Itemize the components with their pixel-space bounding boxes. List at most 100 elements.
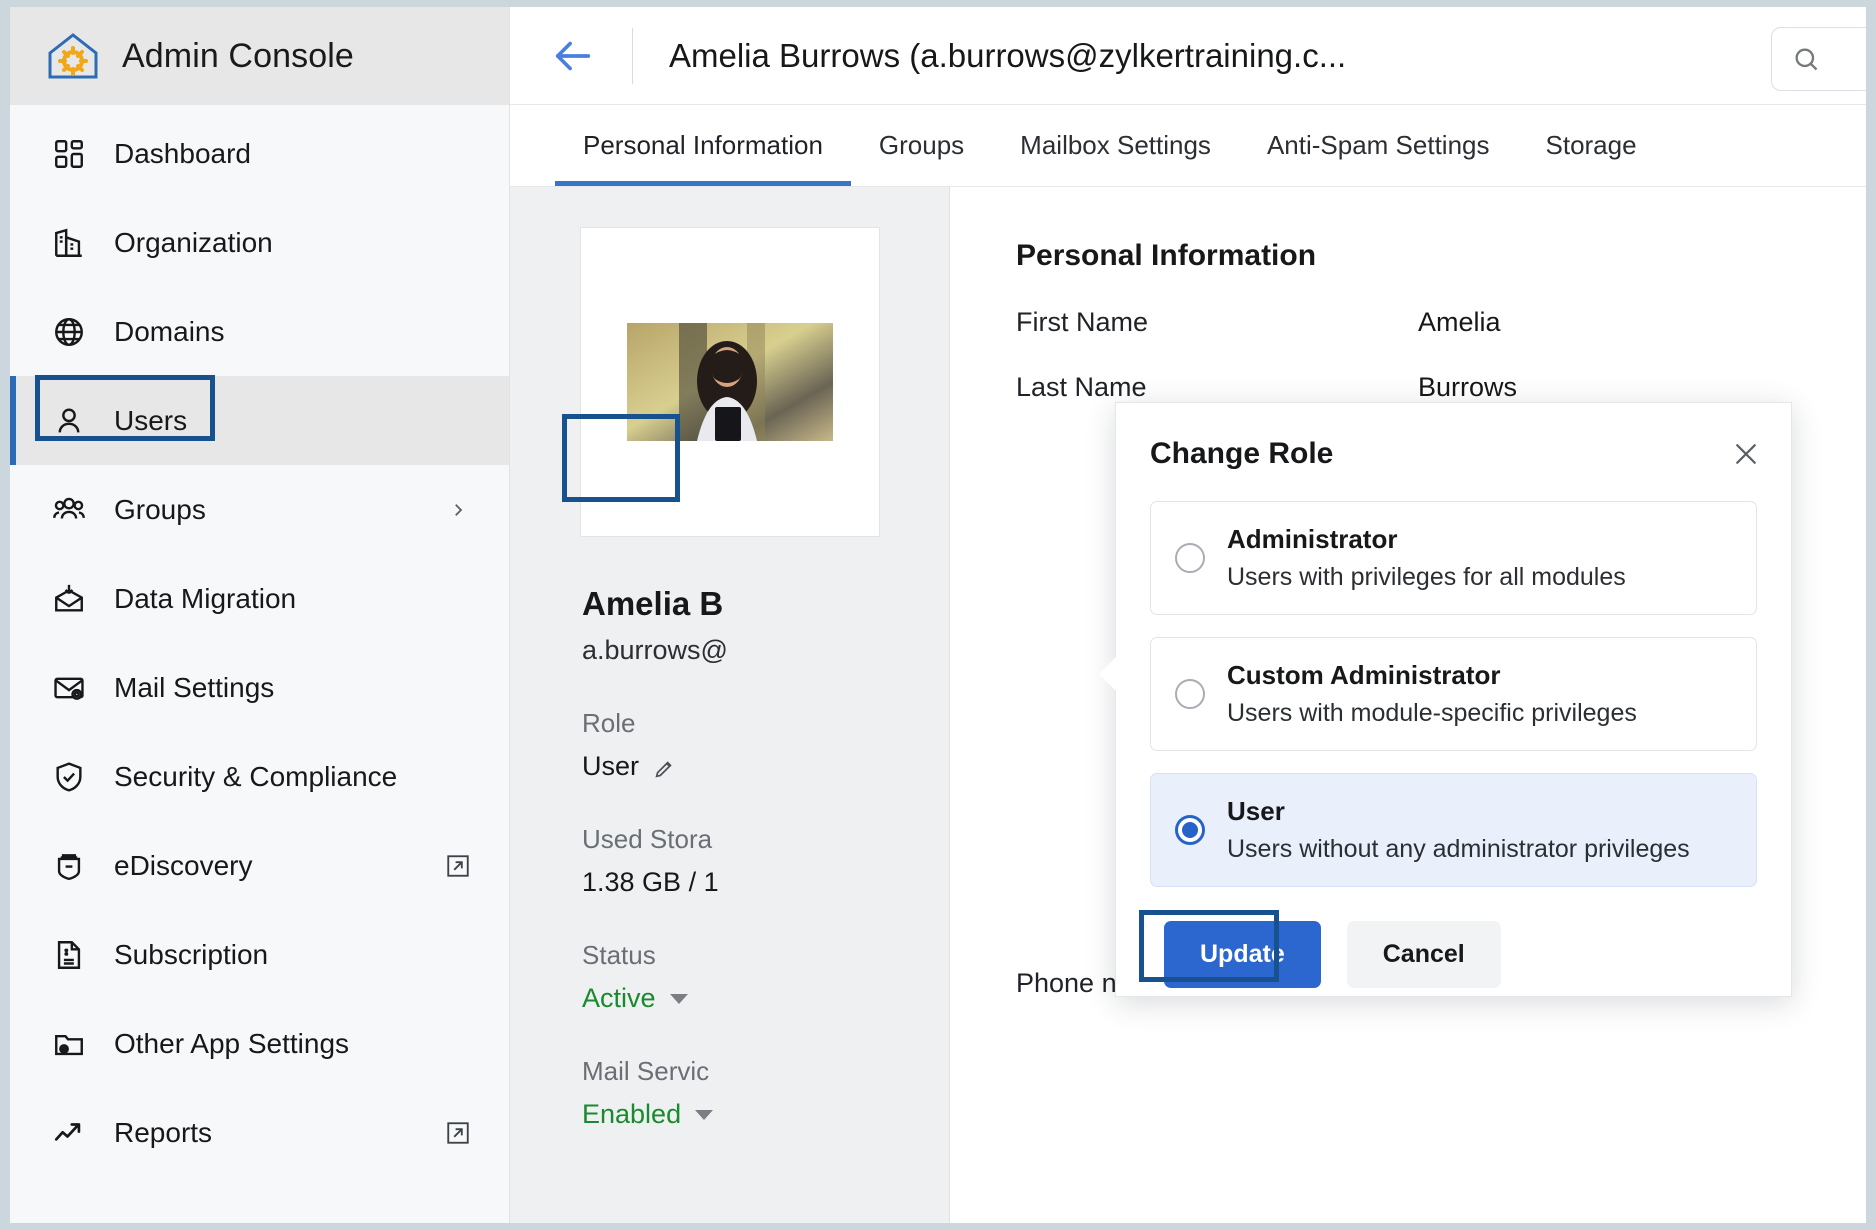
- profile-field-status[interactable]: Status Active: [510, 898, 949, 1014]
- sidebar-item-dashboard[interactable]: Dashboard: [10, 109, 509, 198]
- option-text: Administrator Users with privileges for …: [1227, 524, 1626, 592]
- tab-anti-spam-settings[interactable]: Anti-Spam Settings: [1239, 105, 1518, 186]
- sidebar-item-label: eDiscovery: [114, 849, 253, 881]
- security-shield-check-icon: [50, 758, 88, 796]
- profile-field-role[interactable]: Role User: [510, 666, 949, 782]
- groups-people-icon: [50, 491, 88, 529]
- field-value-wrap: User: [582, 751, 949, 782]
- option-description: Users with module-specific privileges: [1227, 699, 1637, 727]
- external-link-icon: [445, 853, 471, 879]
- reports-trend-arrow-icon: [50, 1114, 88, 1152]
- dialog-header: Change Role: [1116, 403, 1791, 471]
- sidebar-item-subscription[interactable]: Subscription: [10, 910, 509, 999]
- pencil-edit-icon[interactable]: [653, 756, 675, 778]
- sidebar-item-label: Reports: [114, 1116, 213, 1148]
- tab-label: Personal Information: [583, 130, 823, 160]
- info-value: Burrows: [1418, 372, 1518, 402]
- chevron-down-icon[interactable]: [695, 1109, 714, 1120]
- field-value: 1.38 GB / 1: [582, 867, 719, 897]
- sidebar-item-ediscovery[interactable]: eDiscovery: [10, 821, 509, 910]
- ediscovery-briefcase-icon: [50, 847, 88, 885]
- page-title: Amelia Burrows (a.burrows@zylkertraining…: [669, 36, 1347, 74]
- role-option-administrator[interactable]: Administrator Users with privileges for …: [1150, 501, 1757, 615]
- dialog-pointer-arrow: [1099, 656, 1117, 692]
- tab-personal-information[interactable]: Personal Information: [555, 105, 851, 186]
- sidebar-item-domains[interactable]: Domains: [10, 287, 509, 376]
- sidebar-item-label: Dashboard: [114, 137, 251, 169]
- sidebar-item-label: Organization: [114, 226, 273, 258]
- dialog-footer: Update Cancel: [1116, 887, 1791, 988]
- option-title: Administrator: [1227, 524, 1398, 554]
- mail-service-badge: Enabled: [582, 1099, 949, 1130]
- role-option-custom-administrator[interactable]: Custom Administrator Users with module-s…: [1150, 637, 1757, 751]
- field-label: Status: [582, 940, 656, 970]
- role-options: Administrator Users with privileges for …: [1116, 471, 1791, 887]
- field-label: Used Stora: [582, 824, 713, 854]
- role-option-user[interactable]: User Users without any administrator pri…: [1150, 773, 1757, 887]
- profile-field-used-storage: Used Stora 1.38 GB / 1: [510, 782, 949, 898]
- back-arrow-icon[interactable]: [550, 33, 596, 79]
- info-label: Last Name: [1016, 372, 1147, 402]
- admin-console-window: Admin Console Dashboard Organization Dom…: [10, 7, 1866, 1223]
- sidebar-item-users[interactable]: Users: [10, 376, 509, 465]
- status-badge: Active: [582, 983, 949, 1014]
- dialog-title: Change Role: [1150, 437, 1334, 470]
- admin-console-home-gear-icon: [46, 31, 100, 81]
- chevron-down-icon[interactable]: [669, 993, 688, 1004]
- field-label: Mail Servic: [582, 1056, 710, 1086]
- profile-field-mail-service[interactable]: Mail Servic Enabled: [510, 1014, 949, 1130]
- sidebar-item-organization[interactable]: Organization: [10, 198, 509, 287]
- sidebar-nav: Dashboard Organization Domains Users Gro…: [10, 105, 509, 1177]
- search-icon: [1792, 45, 1820, 73]
- close-x-icon[interactable]: [1731, 439, 1761, 469]
- sidebar-item-mail-settings[interactable]: Mail Settings: [10, 643, 509, 732]
- option-text: User Users without any administrator pri…: [1227, 796, 1690, 864]
- sidebar-item-label: Mail Settings: [114, 671, 275, 703]
- sidebar: Admin Console Dashboard Organization Dom…: [10, 7, 510, 1223]
- search-input[interactable]: [1771, 27, 1866, 91]
- sidebar-item-security-compliance[interactable]: Security & Compliance: [10, 732, 509, 821]
- info-label: First Name: [1016, 307, 1149, 337]
- sidebar-item-label: Data Migration: [114, 582, 297, 614]
- avatar: [579, 227, 880, 537]
- app-title: Admin Console: [122, 36, 354, 75]
- info-row: Last Name Burrows: [1016, 372, 1866, 403]
- sidebar-item-label: Domains: [114, 315, 225, 347]
- tab-label: Mailbox Settings: [1020, 130, 1211, 160]
- domains-globe-icon: [50, 313, 88, 351]
- divider: [632, 27, 633, 84]
- sidebar-item-reports[interactable]: Reports: [10, 1088, 509, 1177]
- other-app-settings-folder-gear-icon: [50, 1025, 88, 1063]
- info-value: Amelia: [1418, 307, 1501, 337]
- chevron-right-icon: [449, 501, 467, 519]
- field-value-wrap: 1.38 GB / 1: [582, 867, 949, 898]
- sidebar-item-data-migration[interactable]: Data Migration: [10, 554, 509, 643]
- cancel-button[interactable]: Cancel: [1346, 921, 1501, 988]
- sidebar-item-other-app-settings[interactable]: Other App Settings: [10, 999, 509, 1088]
- field-value: Enabled: [582, 1099, 682, 1129]
- data-migration-envelope-down-icon: [50, 580, 88, 618]
- field-value: User: [582, 751, 640, 781]
- sidebar-item-groups[interactable]: Groups: [10, 465, 509, 554]
- profile-name: Amelia B: [582, 585, 724, 622]
- mail-settings-envelope-gear-icon: [50, 669, 88, 707]
- radio-button[interactable]: [1175, 679, 1205, 709]
- external-link-icon: [445, 1120, 471, 1146]
- radio-button[interactable]: [1175, 815, 1205, 845]
- profile-pane: Amelia B a.burrows@ Role User Used Stora…: [510, 187, 950, 1223]
- tab-bar: Personal Information Groups Mailbox Sett…: [510, 105, 1866, 187]
- tab-storage[interactable]: Storage: [1518, 105, 1665, 186]
- option-description: Users without any administrator privileg…: [1227, 835, 1690, 863]
- field-value: Active: [582, 983, 656, 1013]
- sidebar-item-label: Subscription: [114, 938, 269, 970]
- sidebar-item-label: Other App Settings: [114, 1027, 350, 1059]
- tab-label: Anti-Spam Settings: [1266, 130, 1490, 160]
- tab-groups[interactable]: Groups: [851, 105, 992, 186]
- update-button[interactable]: Update: [1164, 921, 1321, 988]
- option-text: Custom Administrator Users with module-s…: [1227, 660, 1637, 728]
- top-bar: Amelia Burrows (a.burrows@zylkertraining…: [510, 7, 1866, 105]
- radio-button[interactable]: [1175, 543, 1205, 573]
- tab-mailbox-settings[interactable]: Mailbox Settings: [992, 105, 1239, 186]
- sidebar-item-label: Groups: [114, 493, 206, 525]
- tab-label: Storage: [1545, 130, 1637, 160]
